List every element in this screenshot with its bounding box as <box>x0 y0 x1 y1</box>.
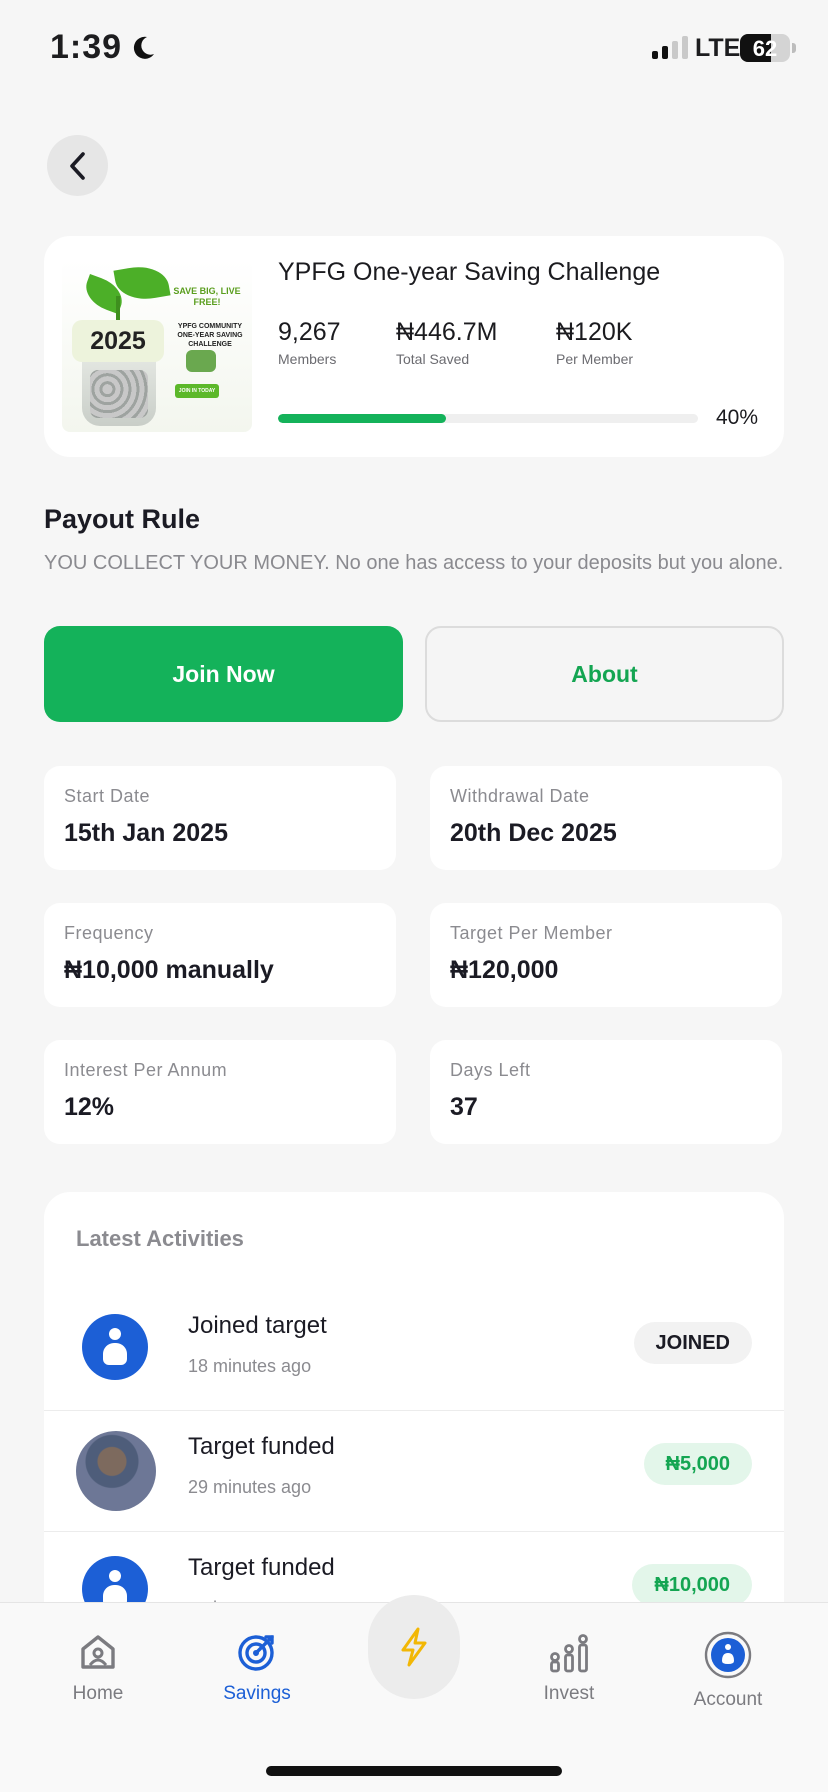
poster-headline: YPFG COMMUNITY ONE-YEAR SAVING CHALLENGE <box>177 323 243 349</box>
nav-home[interactable]: Home <box>38 1631 158 1705</box>
detail-days-left: Days Left 37 <box>430 1040 782 1144</box>
progress-bar <box>278 414 698 423</box>
stat-per-member: ₦120K Per Member <box>556 318 633 367</box>
nav-account[interactable]: Account <box>668 1631 788 1711</box>
detail-label: Start Date <box>64 786 151 806</box>
challenge-poster-image: 2025 SAVE BIG, LIVE FREE! YPFG COMMUNITY… <box>62 260 252 432</box>
payout-rule-heading: Payout Rule <box>44 504 201 534</box>
activity-status-badge: JOINED <box>633 1322 752 1364</box>
poster-year: 2025 <box>72 320 164 362</box>
stat-label: Total Saved <box>396 351 470 367</box>
nav-savings-label: Savings <box>223 1683 291 1704</box>
battery-tip <box>792 43 796 53</box>
stat-value: ₦446.7M <box>396 318 498 346</box>
activities-heading: Latest Activities <box>76 1226 244 1251</box>
chevron-left-icon <box>69 151 85 180</box>
cash-illustration <box>186 350 216 372</box>
detail-target-per-member: Target Per Member ₦120,000 <box>430 903 782 1007</box>
user-avatar-icon <box>82 1314 148 1380</box>
moon-icon <box>133 36 154 59</box>
stat-total-saved: ₦446.7M Total Saved <box>396 318 497 367</box>
about-button[interactable]: About <box>425 626 784 722</box>
stat-label: Per Member <box>556 351 634 367</box>
nav-account-label: Account <box>693 1689 763 1710</box>
detail-value: 12% <box>64 1093 115 1121</box>
detail-value: ₦10,000 manually <box>64 956 274 984</box>
activity-amount-badge: ₦5,000 <box>643 1443 752 1485</box>
nav-invest-label: Invest <box>543 1683 595 1704</box>
detail-value: 15th Jan 2025 <box>64 819 228 847</box>
progress-percent: 40% <box>716 406 759 429</box>
detail-frequency: Frequency ₦10,000 manually <box>44 903 396 1007</box>
home-icon <box>81 1635 115 1669</box>
activity-title: Target funded <box>188 1554 335 1581</box>
latest-activities-panel: Latest Activities Joined target 18 minut… <box>44 1192 784 1612</box>
status-bar: 1:39 LTE 62 <box>0 0 828 100</box>
nav-home-label: Home <box>72 1683 124 1704</box>
target-icon <box>238 1635 274 1671</box>
detail-interest-per-annum: Interest Per Annum 12% <box>44 1040 396 1144</box>
battery-icon: 62 <box>740 34 790 62</box>
nav-invest[interactable]: Invest <box>509 1631 629 1705</box>
activity-title: Joined target <box>188 1312 327 1339</box>
activity-amount-badge: ₦10,000 <box>632 1564 752 1606</box>
poster-tagline: SAVE BIG, LIVE FREE! <box>173 286 241 308</box>
detail-withdrawal-date: Withdrawal Date 20th Dec 2025 <box>430 766 782 870</box>
user-avatar-photo <box>76 1431 156 1511</box>
account-avatar-icon <box>704 1631 752 1679</box>
detail-value: ₦120,000 <box>450 956 559 984</box>
stat-members: 9,267 Members <box>278 318 341 367</box>
activity-row[interactable]: Joined target 18 minutes ago JOINED <box>44 1290 784 1411</box>
detail-label: Interest Per Annum <box>64 1060 228 1080</box>
challenge-title: YPFG One-year Saving Challenge <box>278 258 661 286</box>
signal-icon <box>652 36 688 59</box>
status-time: 1:39 <box>50 28 123 66</box>
detail-start-date: Start Date 15th Jan 2025 <box>44 766 396 870</box>
activity-time: 18 minutes ago <box>188 1356 312 1376</box>
activity-title: Target funded <box>188 1433 335 1460</box>
network-label: LTE <box>695 34 741 62</box>
progress-fill <box>278 414 446 423</box>
home-indicator <box>266 1766 562 1776</box>
invest-chart-icon <box>550 1634 588 1673</box>
bottom-nav: Home Savings Invest Account <box>0 1595 828 1792</box>
stat-value: ₦120K <box>556 318 633 346</box>
quick-action-button[interactable] <box>368 1595 460 1699</box>
challenge-card[interactable]: 2025 SAVE BIG, LIVE FREE! YPFG COMMUNITY… <box>44 236 784 457</box>
back-button[interactable] <box>47 135 108 196</box>
activity-row[interactable]: Target funded 29 minutes ago ₦5,000 <box>44 1411 784 1532</box>
detail-label: Frequency <box>64 923 154 943</box>
payout-rule-description: YOU COLLECT YOUR MONEY. No one has acces… <box>44 552 784 574</box>
detail-label: Target Per Member <box>450 923 613 943</box>
battery-level: 62 <box>752 36 778 61</box>
detail-value: 37 <box>450 1093 478 1121</box>
nav-savings[interactable]: Savings <box>197 1631 317 1705</box>
stat-label: Members <box>278 351 337 367</box>
join-now-button[interactable]: Join Now <box>44 626 403 722</box>
detail-label: Days Left <box>450 1060 531 1080</box>
poster-cta: JOIN IN TODAY <box>175 384 219 398</box>
detail-value: 20th Dec 2025 <box>450 819 617 847</box>
lightning-icon <box>401 1627 427 1667</box>
activity-time: 29 minutes ago <box>188 1477 312 1497</box>
stat-value: 9,267 <box>278 318 341 346</box>
detail-label: Withdrawal Date <box>450 786 590 806</box>
